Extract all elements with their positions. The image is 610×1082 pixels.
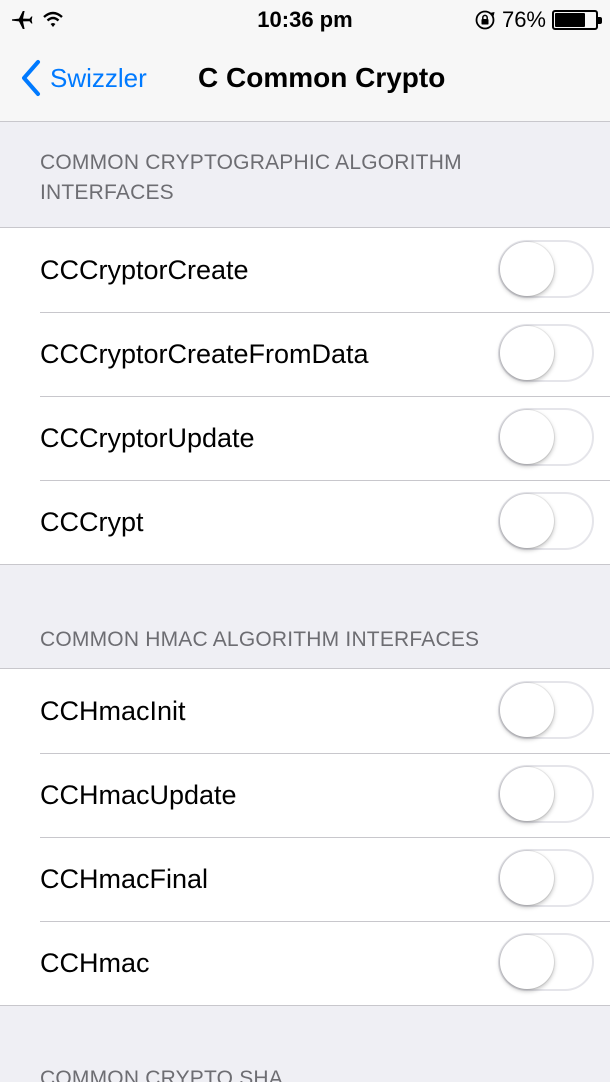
section-header-hmac: COMMON HMAC ALGORITHM INTERFACES [40,628,480,651]
toggle-knob [500,242,554,296]
row-label: CCCryptorCreateFromData [40,338,369,369]
row-label: CCHmac [40,947,150,978]
list-item: CCCryptorCreateFromData [0,312,610,396]
page-title: C Common Crypto [198,62,446,93]
battery-nub [598,17,602,24]
toggle-knob [500,326,554,380]
toggle-switch[interactable] [498,681,594,739]
screen: 10:36 pm 76% Swizzler C Common Crypto CO… [0,0,610,1082]
group-hmac: CCHmacInit CCHmacUpdate CCHmacFinal CCHm… [0,668,610,1006]
list-item: CCCryptorUpdate [0,396,610,480]
toggle-switch[interactable] [498,240,594,298]
rotation-lock-icon [474,9,496,31]
battery-icon [552,10,602,30]
row-label: CCHmacFinal [40,863,209,894]
section-header-sha: COMMON CRYPTO SHA [40,1067,283,1082]
list-item: CCHmacUpdate [0,753,610,837]
row-label: CCCryptorUpdate [40,422,255,453]
toggle-knob [500,935,554,989]
toggle-switch[interactable] [498,765,594,823]
chevron-left-icon [20,59,42,97]
list-item: CCHmacInit [0,669,610,753]
toggle-knob [500,767,554,821]
toggle-switch[interactable] [498,933,594,991]
list-item: CCCryptorCreate [0,228,610,312]
group-cryptographic: CCCryptorCreate CCCryptorCreateFromData … [0,227,610,565]
back-button[interactable]: Swizzler [20,58,147,98]
row-label: CCCrypt [40,506,144,537]
battery-percent: 76% [501,7,546,32]
nav-bar: Swizzler C Common Crypto [0,40,610,122]
row-label: CCHmacUpdate [40,779,237,810]
row-label: CCHmacInit [40,695,186,726]
toggle-knob [500,683,554,737]
status-bar: 10:36 pm 76% [0,0,610,40]
toggle-switch[interactable] [498,408,594,466]
row-label: CCCryptorCreate [40,254,249,285]
toggle-knob [500,494,554,548]
status-right: 76% [474,6,602,34]
list-item: CCHmac [0,921,610,1005]
section-header-cryptographic: COMMON CRYPTOGRAPHIC ALGORITHM INTERFACE… [40,151,462,204]
toggle-switch[interactable] [498,849,594,907]
list-item: CCCrypt [0,480,610,564]
battery-fill [555,13,585,27]
toggle-switch[interactable] [498,324,594,382]
toggle-knob [500,410,554,464]
back-button-label: Swizzler [50,62,147,93]
toggle-switch[interactable] [498,492,594,550]
toggle-knob [500,851,554,905]
list-item: CCHmacFinal [0,837,610,921]
